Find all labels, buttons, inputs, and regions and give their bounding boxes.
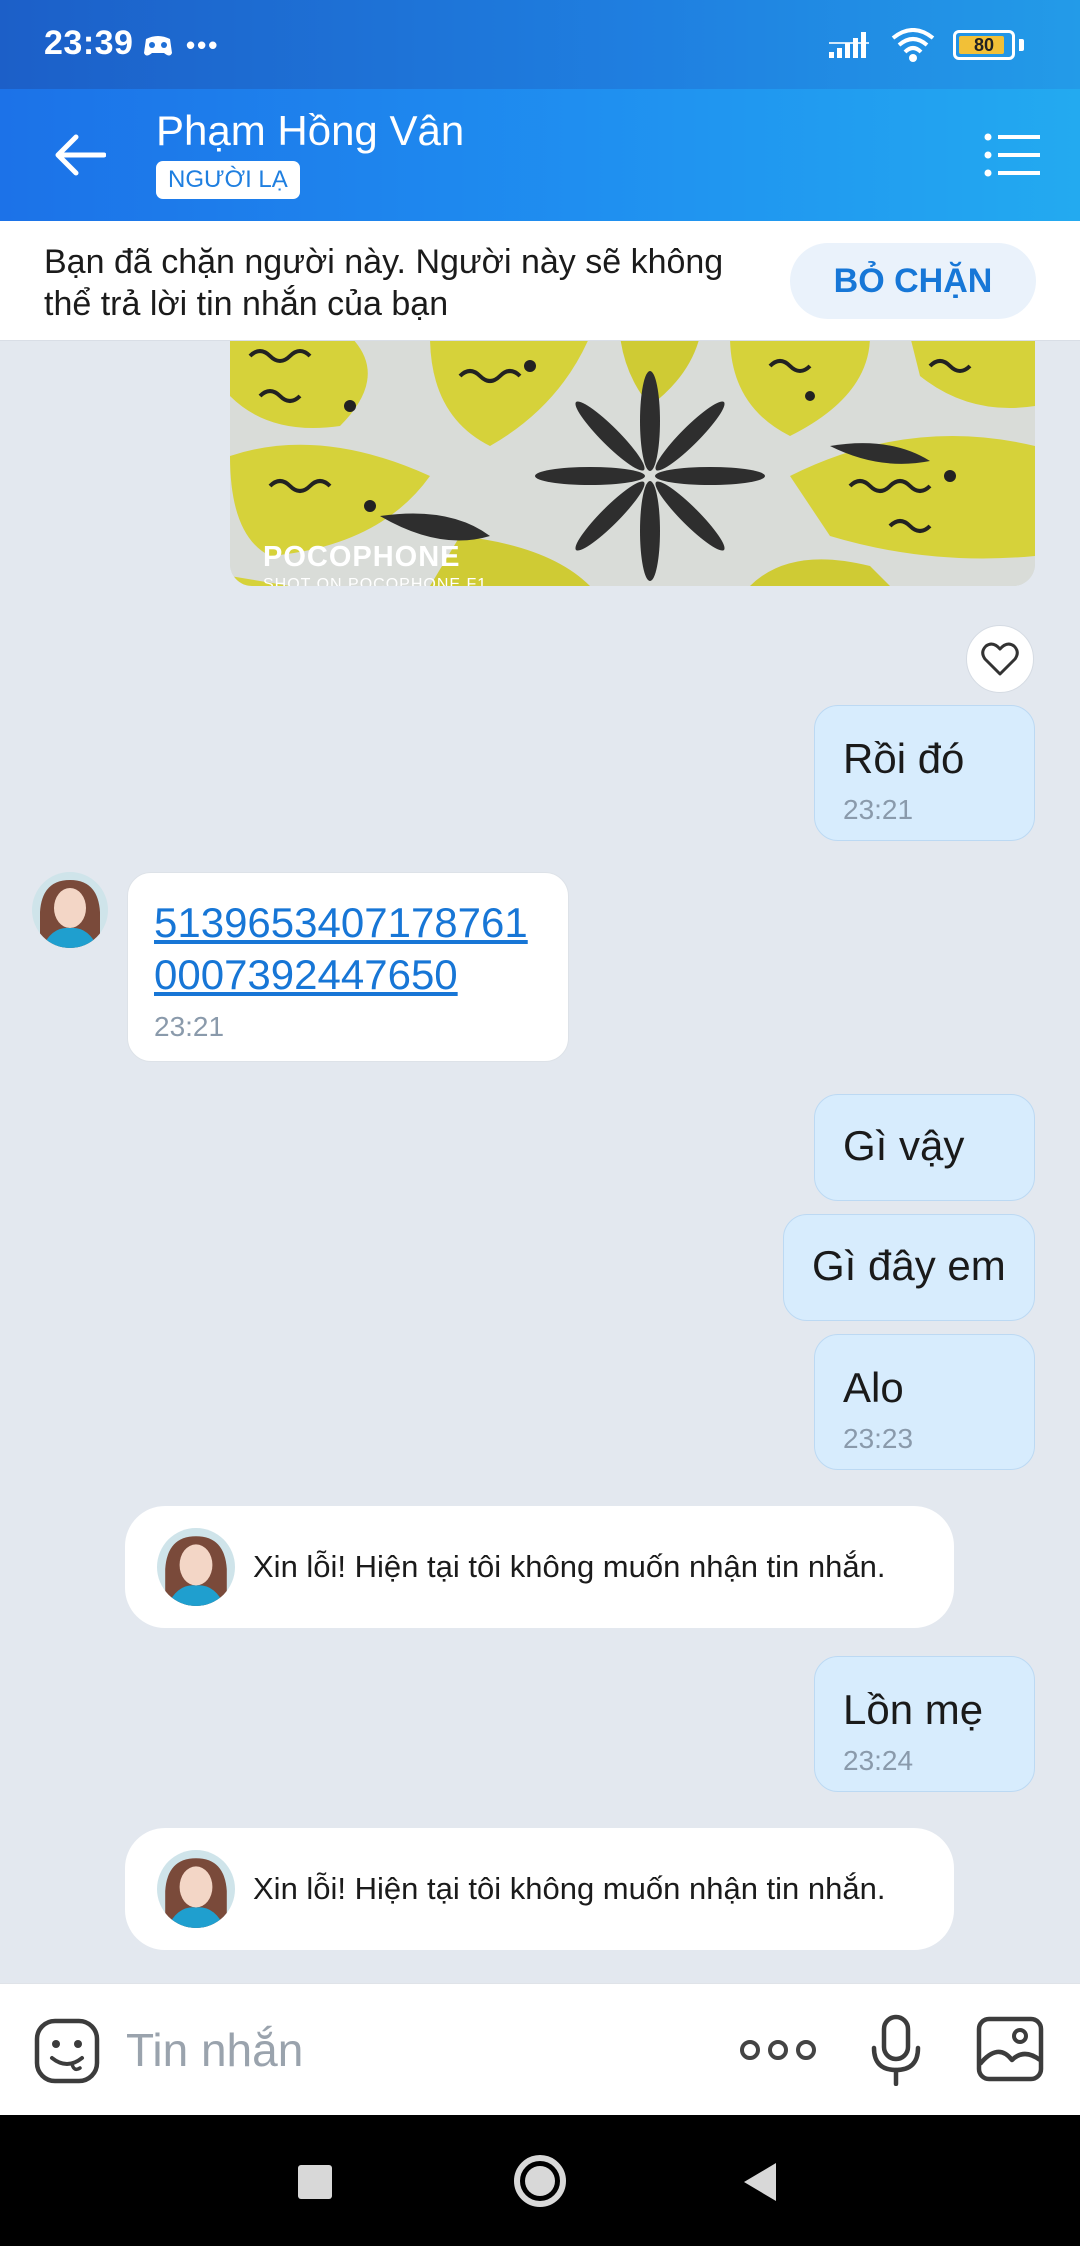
auto-reply-text: Xin lỗi! Hiện tại tôi không muốn nhận ti… (253, 1871, 886, 1906)
emoji-button[interactable] (34, 2018, 100, 2084)
voice-button[interactable] (870, 2014, 922, 2087)
back-arrow-icon (55, 134, 106, 176)
watermark-subtitle: SHOT ON POCOPHONE F1 (263, 576, 488, 586)
avatar-image (157, 1850, 235, 1928)
home-button[interactable] (514, 2155, 566, 2207)
home-icon (525, 2166, 555, 2196)
status-more-dots: ••• (186, 30, 220, 60)
recents-button[interactable] (298, 2165, 332, 2199)
block-notice-text: Bạn đã chặn người này. Người này sẽ khôn… (44, 243, 724, 323)
status-bar: 23:39 ••• 80 (0, 0, 1080, 89)
mic-icon (871, 2014, 921, 2087)
more-icon (740, 2040, 816, 2060)
wifi-icon (891, 28, 935, 62)
message-text: Alo (843, 1364, 904, 1411)
block-banner: Bạn đã chặn người này. Người này sẽ khôn… (0, 221, 1080, 341)
message-text: Gì đây em (812, 1242, 1006, 1289)
battery-level: 80 (973, 34, 995, 55)
message-link[interactable]: 51396534071787610007392447650 (154, 897, 542, 1001)
contact-avatar[interactable] (32, 872, 108, 948)
status-time: 23:39 (44, 24, 134, 62)
more-options-button[interactable] (740, 2028, 816, 2072)
heart-icon (981, 642, 1019, 676)
back-button[interactable] (50, 125, 110, 185)
outgoing-message[interactable]: Lồn mẹ 23:24 (814, 1656, 1035, 1792)
message-time: 23:24 (843, 1745, 914, 1776)
message-text: Lồn mẹ (843, 1686, 984, 1733)
emoji-icon (34, 2018, 100, 2084)
auto-reply-message: Xin lỗi! Hiện tại tôi không muốn nhận ti… (125, 1506, 954, 1628)
image-icon (976, 2016, 1044, 2082)
outgoing-message[interactable]: Gì vậy (814, 1094, 1035, 1201)
auto-reply-message: Xin lỗi! Hiện tại tôi không muốn nhận ti… (125, 1828, 954, 1950)
stranger-badge: NGƯỜI LẠ (156, 161, 300, 199)
contact-name[interactable]: Phạm Hồng Vân (156, 107, 464, 155)
contact-avatar (157, 1850, 235, 1928)
battery-tip (1019, 39, 1024, 51)
message-input[interactable] (126, 2012, 686, 2088)
message-text: Rồi đó (843, 735, 965, 782)
signal-icon (829, 32, 869, 58)
game-controller-icon (144, 35, 172, 55)
status-left-icons: ••• (142, 30, 219, 61)
incoming-message[interactable]: 51396534071787610007392447650 23:21 (127, 872, 569, 1062)
message-time: 23:21 (843, 794, 914, 825)
outgoing-message[interactable]: Gì đây em (783, 1214, 1035, 1321)
unblock-button[interactable]: BỎ CHẶN (790, 243, 1036, 319)
menu-list-icon (984, 133, 1040, 177)
outgoing-message[interactable]: Rồi đó 23:21 (814, 705, 1035, 841)
message-time: 23:21 (154, 1011, 225, 1042)
menu-button[interactable] (982, 125, 1042, 185)
message-time: 23:23 (843, 1423, 914, 1454)
chat-header: Phạm Hồng Vân NGƯỜI LẠ (0, 89, 1080, 221)
message-text: Gì vậy (843, 1122, 965, 1169)
avatar-image (32, 872, 108, 948)
avatar-image (157, 1528, 235, 1606)
watermark-title: POCOPHONE (263, 541, 461, 573)
photo-watermark: POCOPHONE SHOT ON POCOPHONE F1 (263, 541, 487, 586)
contact-avatar (157, 1528, 235, 1606)
chat-area[interactable]: POCOPHONE SHOT ON POCOPHONE F1 Rồi đó 23… (0, 341, 1080, 1983)
system-back-button[interactable] (744, 2163, 776, 2201)
auto-reply-text: Xin lỗi! Hiện tại tôi không muốn nhận ti… (253, 1549, 886, 1584)
image-button[interactable] (976, 2016, 1044, 2082)
system-nav-bar (0, 2115, 1080, 2246)
outgoing-message[interactable]: Alo 23:23 (814, 1334, 1035, 1470)
battery-icon: 80 (953, 30, 1015, 60)
status-right-icons: 80 (829, 28, 1024, 62)
like-button[interactable] (966, 625, 1034, 693)
message-input-bar (0, 1983, 1080, 2115)
photo-message[interactable]: POCOPHONE SHOT ON POCOPHONE F1 (230, 341, 1035, 586)
